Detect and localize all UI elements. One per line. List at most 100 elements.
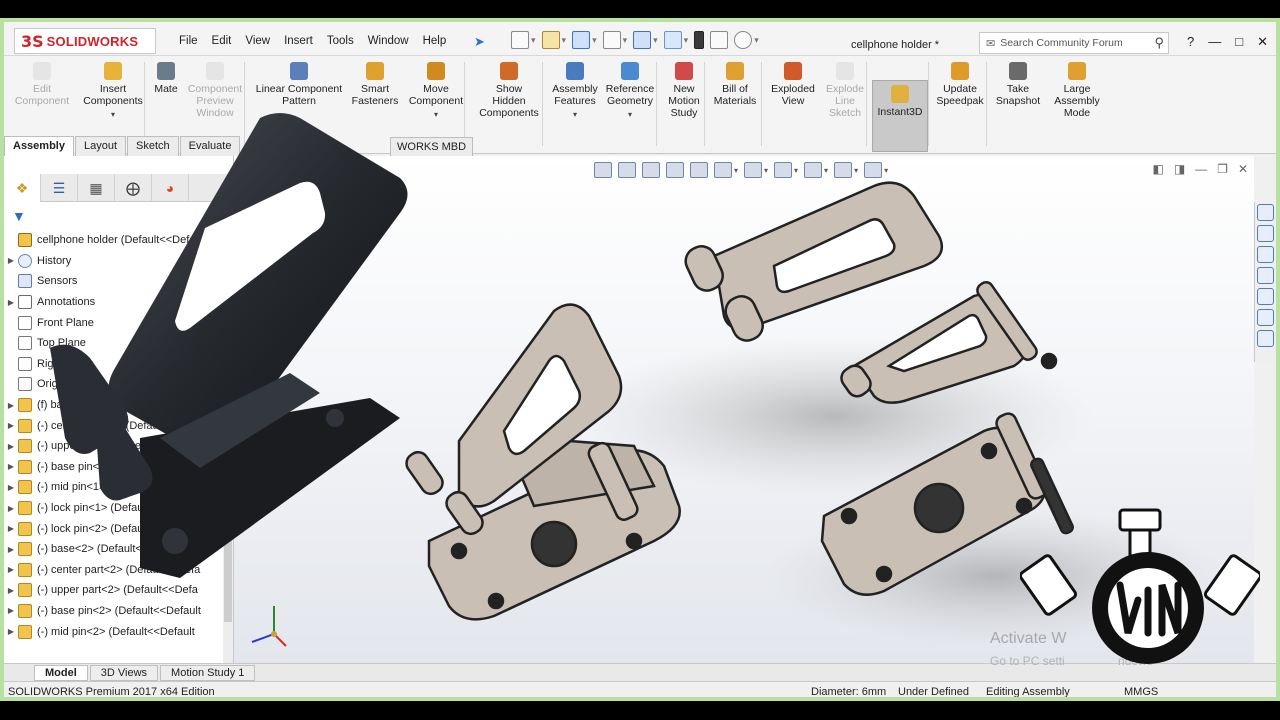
smart-fasteners-icon <box>366 62 384 80</box>
ribbon-mate-button[interactable]: Mate <box>149 62 183 95</box>
save-icon[interactable] <box>572 31 591 49</box>
ribbon-instant3d-button[interactable]: Instant3D <box>872 80 928 152</box>
menu-help[interactable]: Help <box>423 35 447 47</box>
tree-item-label: (-) base pin<2> (Default<<Default <box>37 604 201 617</box>
ribbon-linear-component-pattern-button[interactable]: Linear Component Pattern <box>251 62 347 107</box>
forum-icon[interactable] <box>1257 330 1274 347</box>
ribbon-large-assembly-mode-button[interactable]: Large Assembly Mode <box>1051 62 1103 119</box>
ribbon-button-label: Edit Component <box>14 83 70 107</box>
custom-properties-icon[interactable] <box>1257 309 1274 326</box>
dropdown-arrow-icon[interactable]: ▾ <box>603 109 657 121</box>
expand-arrow-icon[interactable]: ▶ <box>4 524 18 533</box>
ribbon-button-label: Take Snapshot <box>995 83 1041 107</box>
ribbon-separator <box>656 62 657 146</box>
ribbon-explode-line-sketch-button[interactable]: Explode Line Sketch <box>822 62 868 119</box>
tree-item[interactable]: ▶ (-) base pin<2> (Default<<Default <box>4 601 230 622</box>
part-icon <box>18 603 32 618</box>
forum-icon: ✉ <box>986 37 996 50</box>
definition-status: Under Defined <box>898 686 969 698</box>
rebuild-icon[interactable] <box>694 31 705 49</box>
print-icon[interactable] <box>602 31 621 49</box>
expand-arrow-icon[interactable]: ▶ <box>4 545 18 554</box>
file-properties-icon[interactable] <box>710 31 729 49</box>
undo-icon[interactable] <box>633 31 652 49</box>
ribbon-exploded-view-button[interactable]: Exploded View <box>767 62 819 107</box>
tab-motion-study-1[interactable]: Motion Study 1 <box>160 664 256 681</box>
maximize-icon[interactable]: □ <box>1235 34 1243 50</box>
tab-3d-views[interactable]: 3D Views <box>89 664 159 681</box>
ribbon-new-motion-study-button[interactable]: New Motion Study <box>664 62 704 119</box>
search-icon[interactable]: ⚲ <box>1154 35 1164 51</box>
tree-item[interactable]: ▶ (-) mid pin<2> (Default<<Default <box>4 621 230 642</box>
ribbon-button-label: Assembly Features <box>552 83 598 107</box>
menu-file[interactable]: File <box>179 35 198 47</box>
ribbon-separator <box>704 62 705 146</box>
task-pane <box>1254 202 1276 362</box>
menu-view[interactable]: View <box>245 35 270 47</box>
expand-arrow-icon[interactable]: ▶ <box>4 565 18 574</box>
minimize-icon[interactable]: — <box>1208 34 1221 50</box>
ribbon-button-label: Move Component <box>408 83 464 107</box>
expand-arrow-icon[interactable]: ▶ <box>4 462 18 471</box>
menu-window[interactable]: Window <box>368 35 409 47</box>
show-hidden-components-icon <box>500 62 518 80</box>
tree-item-label: (-) mid pin<2> (Default<<Default <box>37 625 195 638</box>
reference-geometry-icon <box>621 62 639 80</box>
solidworks-logo[interactable]: 3S SOLIDWORKS <box>14 28 156 54</box>
document-title: cellphone holder * <box>851 39 940 51</box>
ribbon-take-snapshot-button[interactable]: Take Snapshot <box>992 62 1044 107</box>
ribbon-edit-component-button[interactable]: Edit Component <box>14 62 70 107</box>
search-box[interactable]: ✉ Search Community Forum ⚲ <box>979 32 1169 54</box>
exploded-upper-part[interactable] <box>681 181 944 346</box>
expand-arrow-icon[interactable]: ▶ <box>4 256 18 265</box>
close-icon[interactable]: ✕ <box>1257 34 1268 50</box>
ribbon-update-speedpak-button[interactable]: Update Speedpak <box>932 62 988 107</box>
search-input[interactable]: Search Community Forum <box>1000 37 1123 49</box>
menu-edit[interactable]: Edit <box>212 35 232 47</box>
expand-arrow-icon[interactable]: ▶ <box>4 627 18 636</box>
ribbon-assembly-features-button[interactable]: Assembly Features ▾ <box>549 62 601 121</box>
move-component-icon <box>427 62 445 80</box>
base-hole <box>487 592 505 610</box>
dropdown-arrow-icon[interactable]: ▾ <box>549 109 601 121</box>
ribbon-button-label: Instant3D <box>877 106 923 118</box>
main-menu: File Edit View Insert Tools Window Help <box>179 35 460 47</box>
expand-arrow-icon[interactable]: ▶ <box>4 421 18 430</box>
ribbon-button-label: Bill of Materials <box>713 83 757 107</box>
filter-icon[interactable]: ▼ <box>12 208 26 224</box>
expand-arrow-icon[interactable]: ▶ <box>4 298 18 307</box>
open-icon[interactable] <box>541 31 560 49</box>
ribbon-smart-fasteners-button[interactable]: Smart Fasteners <box>349 62 401 107</box>
expand-arrow-icon[interactable]: ▶ <box>4 483 18 492</box>
take-snapshot-icon <box>1009 62 1027 80</box>
expand-arrow-icon[interactable]: ▶ <box>4 606 18 615</box>
menu-tools[interactable]: Tools <box>327 35 354 47</box>
help-icon[interactable]: ? <box>1187 34 1194 50</box>
expand-arrow-icon[interactable]: ▶ <box>4 504 18 513</box>
ribbon-move-component-button[interactable]: Move Component ▾ <box>406 62 466 121</box>
dropdown-arrow-icon[interactable]: ▾ <box>406 109 466 121</box>
menu-insert[interactable]: Insert <box>284 35 313 47</box>
ribbon-show-hidden-components-button[interactable]: Show Hidden Components <box>474 62 544 119</box>
expand-arrow-icon[interactable]: ▶ <box>4 586 18 595</box>
view-palette-icon[interactable] <box>1257 267 1274 284</box>
ribbon-button-label: Mate <box>154 83 178 95</box>
ribbon-reference-geometry-button[interactable]: Reference Geometry ▾ <box>603 62 657 121</box>
expand-arrow-icon[interactable]: ▶ <box>4 401 18 410</box>
solidworks-resources-icon[interactable] <box>1257 204 1274 221</box>
new-document-icon[interactable] <box>511 31 529 49</box>
appearances-icon[interactable] <box>1257 288 1274 305</box>
diameter-readout: Diameter: 6mm <box>811 686 887 698</box>
ribbon-button-label: Large Assembly Mode <box>1054 83 1100 119</box>
select-icon[interactable] <box>663 31 682 49</box>
tab-model[interactable]: Model <box>34 664 88 681</box>
file-explorer-icon[interactable] <box>1257 246 1274 263</box>
bill-of-materials-icon <box>726 62 744 80</box>
expand-arrow-icon[interactable]: ▶ <box>4 442 18 451</box>
options-gear-icon[interactable] <box>734 31 753 49</box>
assembled-holder[interactable] <box>403 303 681 621</box>
pin-icon[interactable]: ➤ <box>474 34 485 50</box>
design-library-icon[interactable] <box>1257 225 1274 242</box>
ribbon-bill-of-materials-button[interactable]: Bill of Materials <box>711 62 759 107</box>
ribbon-button-label: Linear Component Pattern <box>255 83 343 107</box>
